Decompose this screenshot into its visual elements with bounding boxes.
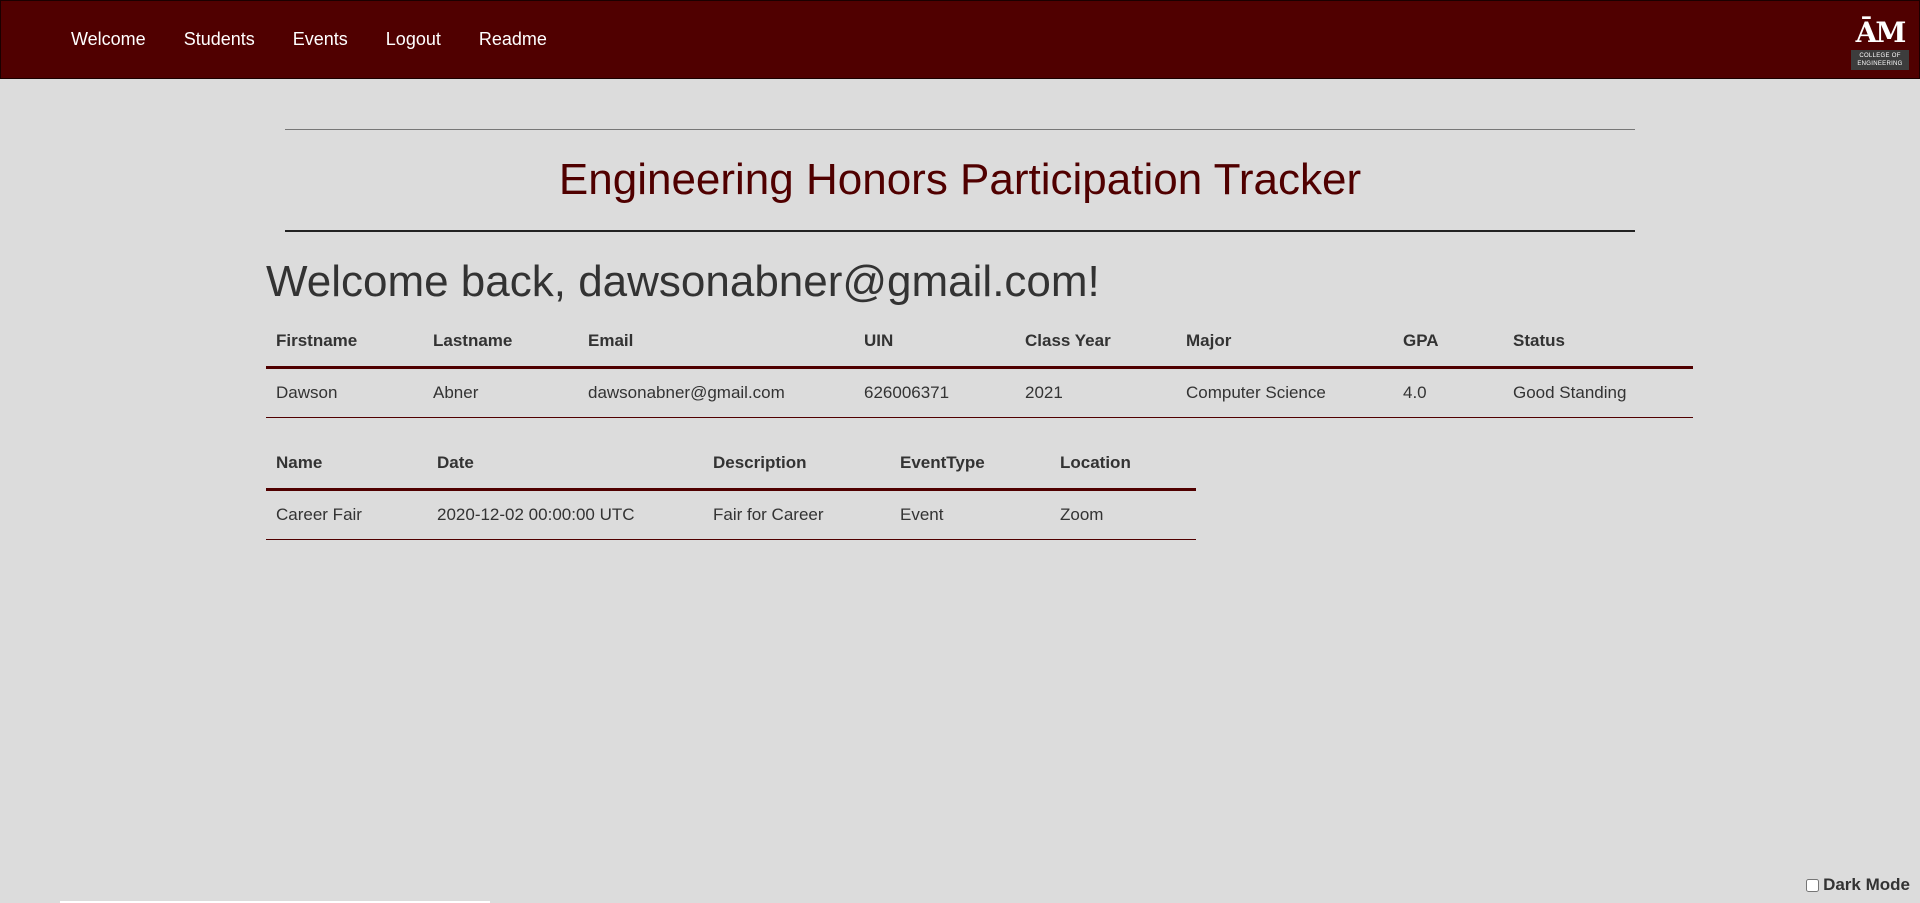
column-header-status: Status — [1503, 316, 1693, 369]
cell-event-description: Fair for Career — [703, 489, 890, 540]
cell-class-year: 2021 — [1015, 367, 1176, 418]
cell-event-date: 2020-12-02 00:00:00 UTC — [427, 489, 703, 540]
logo-mark: ĀM — [1855, 16, 1907, 49]
dark-mode-checkbox[interactable] — [1806, 878, 1820, 892]
column-header-date: Date — [427, 438, 703, 491]
table-row: Career Fair 2020-12-02 00:00:00 UTC Fair… — [266, 489, 1196, 540]
title-section: Engineering Honors Participation Tracker — [285, 129, 1635, 232]
title-divider-bottom — [285, 230, 1635, 232]
nav-link-students[interactable]: Students — [165, 1, 274, 78]
cell-gpa: 4.0 — [1393, 367, 1503, 418]
event-table: Name Date Description EventType Location… — [266, 438, 1196, 540]
dark-mode-toggle[interactable]: Dark Mode — [1806, 875, 1910, 895]
cell-event-type: Event — [890, 489, 1050, 540]
column-header-uin: UIN — [854, 316, 1015, 369]
cell-lastname: Abner — [423, 367, 578, 418]
page-title: Engineering Honors Participation Tracker — [558, 155, 1362, 204]
tamu-engineering-logo: ĀM COLLEGE OF ENGINEERING — [1851, 16, 1909, 71]
title-divider-top — [285, 129, 1635, 130]
top-navbar: Welcome Students Events Logout Readme ĀM… — [0, 0, 1920, 79]
column-header-firstname: Firstname — [266, 316, 423, 369]
cell-event-name: Career Fair — [266, 489, 427, 540]
table-row: Dawson Abner dawsonabner@gmail.com 62600… — [266, 367, 1693, 418]
student-table-header-row: Firstname Lastname Email UIN Class Year … — [266, 316, 1693, 369]
cell-major: Computer Science — [1176, 367, 1393, 418]
cell-status: Good Standing — [1503, 367, 1693, 418]
nav-link-readme[interactable]: Readme — [460, 1, 566, 78]
cell-email: dawsonabner@gmail.com — [578, 367, 854, 418]
cell-firstname: Dawson — [266, 367, 423, 418]
nav-link-logout[interactable]: Logout — [367, 1, 460, 78]
cell-uin: 626006371 — [854, 367, 1015, 418]
column-header-gpa: GPA — [1393, 316, 1503, 369]
column-header-name: Name — [266, 438, 427, 491]
column-header-location: Location — [1050, 438, 1196, 491]
column-header-description: Description — [703, 438, 890, 491]
dark-mode-label: Dark Mode — [1823, 875, 1910, 894]
column-header-lastname: Lastname — [423, 316, 578, 369]
nav-link-welcome[interactable]: Welcome — [52, 1, 165, 78]
student-table: Firstname Lastname Email UIN Class Year … — [266, 316, 1693, 418]
column-header-major: Major — [1176, 316, 1393, 369]
column-header-class-year: Class Year — [1015, 316, 1176, 369]
cell-event-location: Zoom — [1050, 489, 1196, 540]
column-header-event-type: EventType — [890, 438, 1050, 491]
column-header-email: Email — [578, 316, 854, 369]
welcome-heading: Welcome back, dawsonabner@gmail.com! — [266, 257, 1100, 306]
logo-caption: COLLEGE OF ENGINEERING — [1851, 50, 1909, 70]
event-table-header-row: Name Date Description EventType Location — [266, 438, 1196, 491]
nav-links: Welcome Students Events Logout Readme — [52, 1, 566, 78]
nav-link-events[interactable]: Events — [274, 1, 367, 78]
